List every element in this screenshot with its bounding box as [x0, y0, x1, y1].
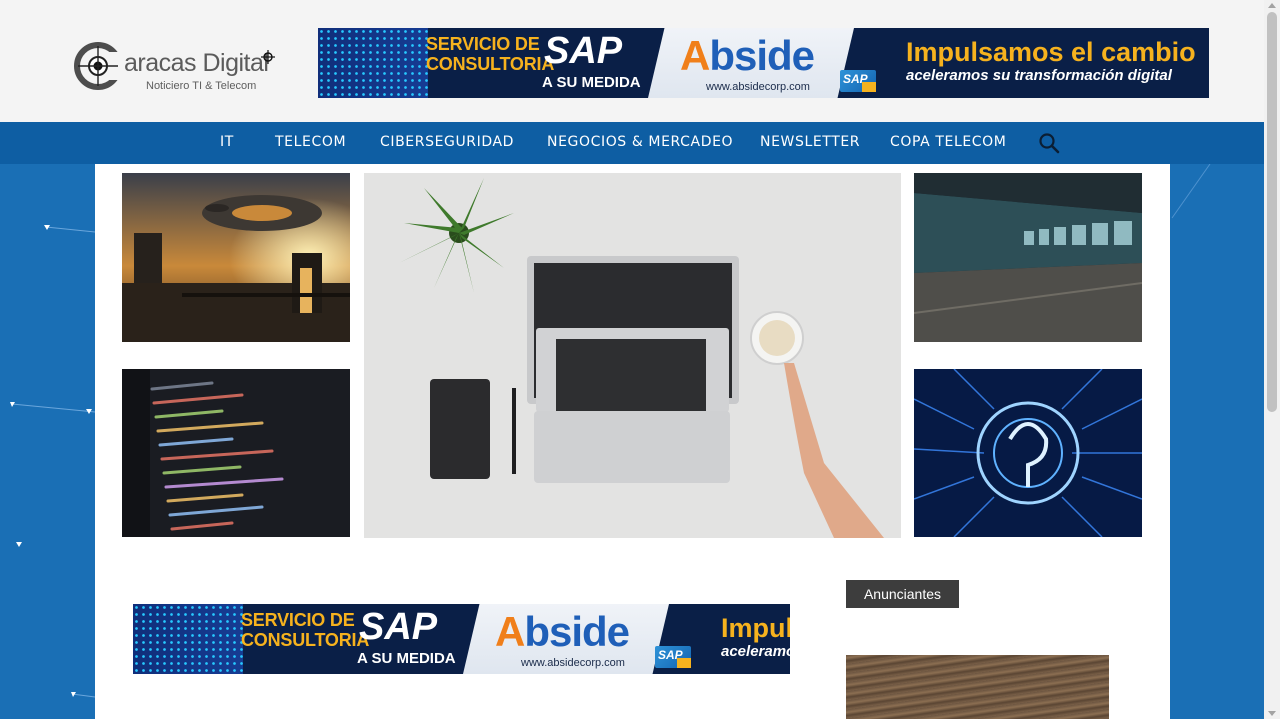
scroll-up-icon[interactable]: [1268, 3, 1276, 8]
ad-medida-text: A SU MEDIDA: [542, 74, 641, 91]
ad-dot-pattern: [318, 28, 428, 98]
ad-brand-logo: Abside: [495, 608, 630, 655]
logo-c-icon: [74, 42, 124, 90]
nav-item-negocios[interactable]: NEGOCIOS & MERCADEO: [547, 134, 733, 150]
ad-tagline: aceleramos su transformación digital: [906, 67, 1172, 84]
ad-sap-text: SAP: [359, 606, 438, 648]
ad-dot-pattern: [133, 604, 243, 674]
ad-headline: Impuls: [721, 613, 790, 643]
ad-service-text: SERVICIO DE CONSULTORIA: [241, 610, 370, 650]
nav-item-ciberseguridad[interactable]: CIBERSEGURIDAD: [380, 134, 514, 150]
ad-tagline: aceleramo: [721, 643, 790, 660]
scrollbar-thumb[interactable]: [1267, 12, 1277, 412]
page-scrollbar[interactable]: [1264, 0, 1280, 719]
scifi-city-image: [122, 173, 350, 342]
sap-partner-badge: SAP: [840, 70, 876, 92]
nav-item-newsletter[interactable]: NEWSLETTER: [760, 134, 860, 150]
search-icon[interactable]: [1038, 132, 1060, 154]
featured-post-scifi-city[interactable]: [122, 173, 350, 342]
site-header: aracas Digital Noticiero TI & Telecom SE…: [0, 0, 1264, 122]
crosshair-icon: [261, 50, 275, 64]
ad-url: www.absidecorp.com: [706, 81, 810, 93]
laptop-desk-image: [364, 173, 901, 538]
sap-partner-badge: SAP: [655, 646, 691, 668]
ad-brand-logo: Abside: [680, 32, 815, 79]
content-ad-banner[interactable]: SERVICIO DE CONSULTORIA SAP A SU MEDIDA …: [133, 604, 790, 674]
ad-service-text: SERVICIO DE CONSULTORIA: [426, 34, 555, 74]
ai-brain-image: [914, 369, 1142, 537]
featured-post-code[interactable]: [122, 369, 350, 537]
featured-post-tunnel[interactable]: [914, 173, 1142, 342]
sidebar-heading: Anunciantes: [846, 580, 959, 608]
tunnel-image: [914, 173, 1142, 342]
nav-item-telecom[interactable]: TELECOM: [275, 134, 346, 150]
sidebar-ad-image[interactable]: [846, 655, 1109, 719]
nav-item-it[interactable]: IT: [220, 134, 234, 150]
code-screen-image: [122, 369, 350, 537]
nav-item-copa-telecom[interactable]: COPA TELECOM: [890, 134, 1007, 150]
ad-sap-text: SAP: [544, 30, 623, 72]
site-logo[interactable]: aracas Digital Noticiero TI & Telecom: [74, 36, 306, 94]
logo-title: aracas Digital: [124, 49, 269, 77]
featured-post-laptop-desk[interactable]: [364, 173, 901, 538]
featured-post-ai-brain[interactable]: [914, 369, 1142, 537]
main-nav: IT TELECOM CIBERSEGURIDAD NEGOCIOS & MER…: [0, 122, 1264, 164]
ad-url: www.absidecorp.com: [521, 657, 625, 669]
ad-medida-text: A SU MEDIDA: [357, 650, 456, 667]
header-ad-banner[interactable]: SERVICIO DE CONSULTORIA SAP A SU MEDIDA …: [318, 28, 1209, 98]
logo-subtitle: Noticiero TI & Telecom: [146, 80, 257, 92]
scroll-down-icon[interactable]: [1268, 711, 1276, 716]
ad-headline: Impulsamos el cambio: [906, 37, 1196, 67]
